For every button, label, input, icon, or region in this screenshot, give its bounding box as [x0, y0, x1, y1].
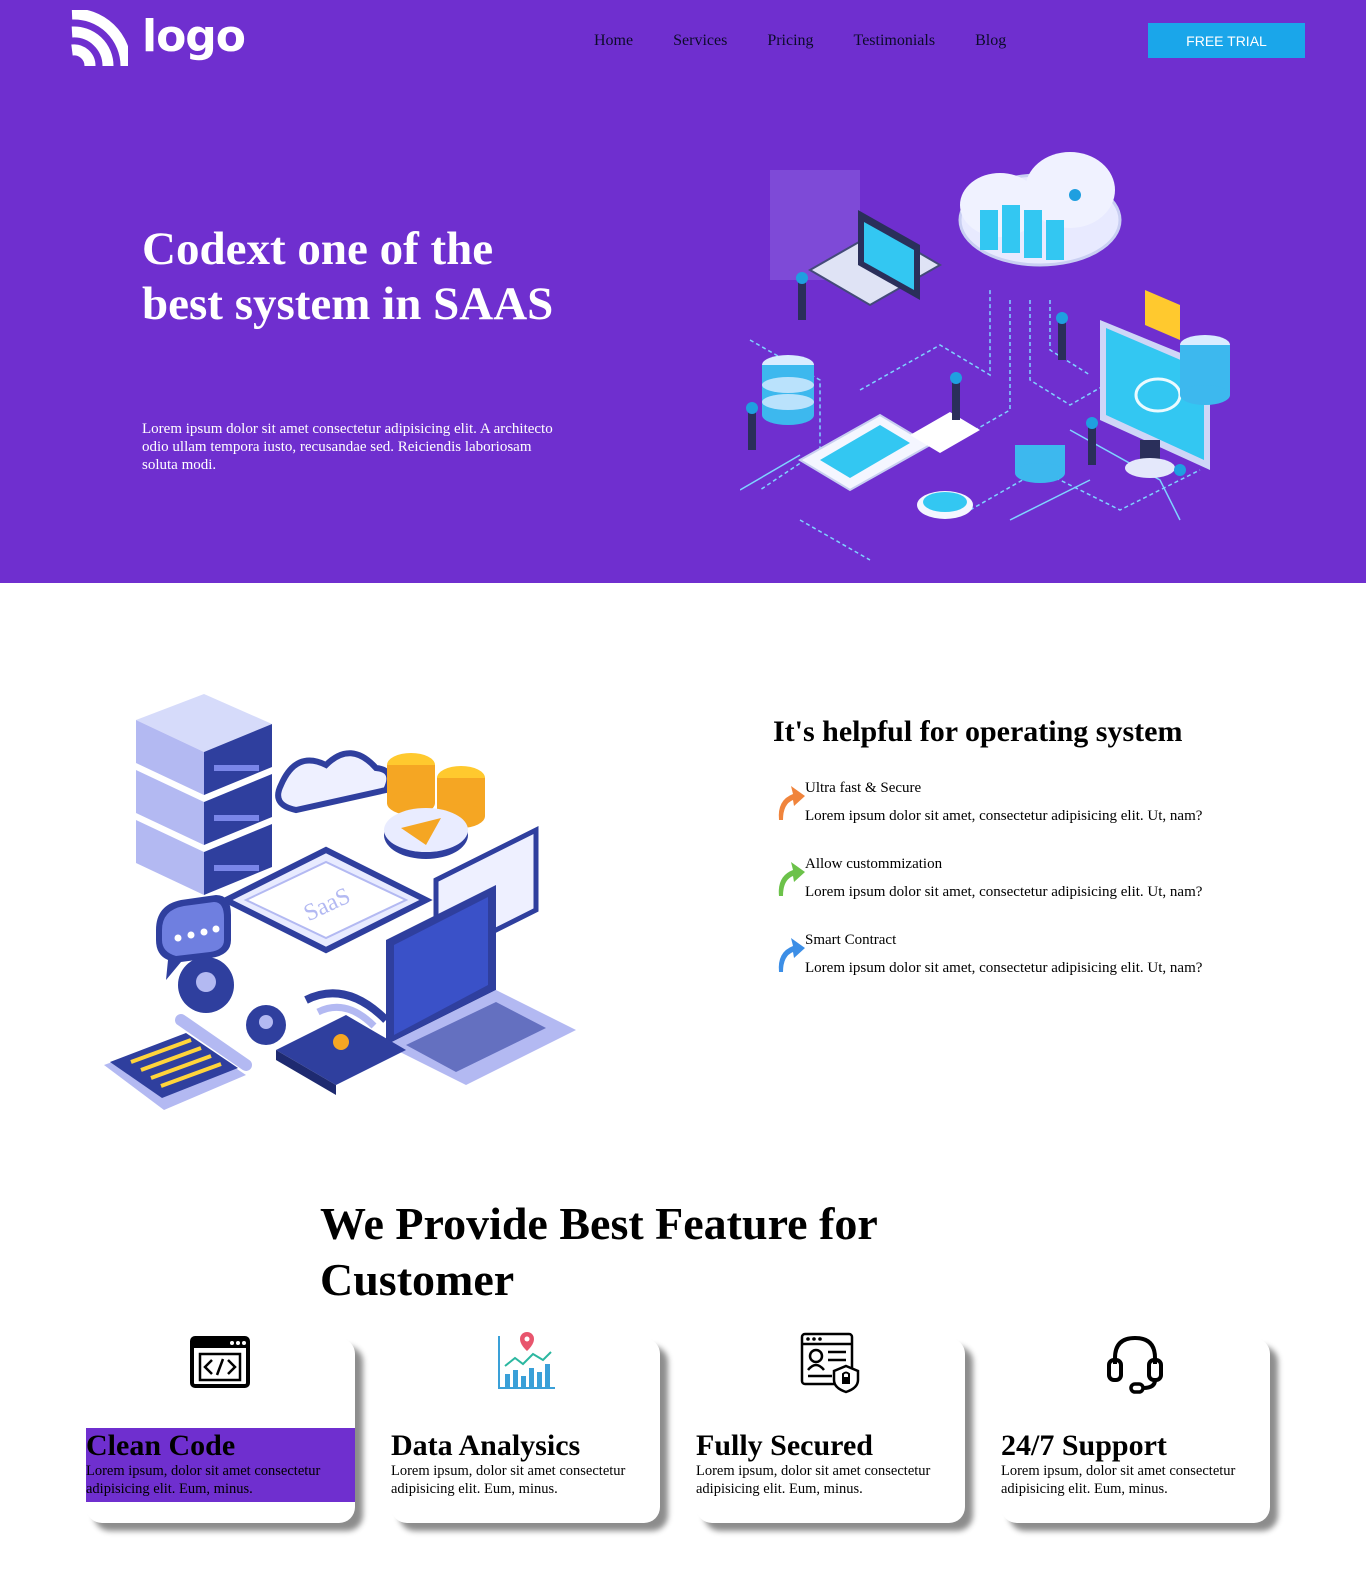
card-title: Clean Code [86, 1429, 236, 1462]
feature-name: Allow custommization [805, 856, 943, 872]
free-trial-button[interactable]: FREE TRIAL [1148, 23, 1305, 58]
cloud-network-illustration [740, 152, 1230, 561]
card-title: Fully Secured [696, 1429, 873, 1462]
list-item: Smart Contract Lorem ipsum dolor sit ame… [775, 932, 1295, 1008]
feature-card-support[interactable]: 24/7 Support Lorem ipsum, dolor sit amet… [1001, 1335, 1270, 1523]
card-description: Lorem ipsum, dolor sit amet consectetur … [1001, 1463, 1236, 1497]
card-title: 24/7 Support [1001, 1429, 1167, 1462]
features-title: We Provide Best Feature for Customer [320, 1198, 877, 1305]
feature-description: Lorem ipsum dolor sit amet, consectetur … [805, 960, 1203, 976]
logo-mark-icon [71, 10, 128, 67]
list-item: Allow custommization Lorem ipsum dolor s… [775, 856, 1295, 932]
helpful-feature-list: Ultra fast & Secure Lorem ipsum dolor si… [775, 780, 1295, 1008]
arrow-orange-icon [778, 786, 805, 820]
arrow-blue-icon [778, 938, 805, 972]
feature-name: Ultra fast & Secure [805, 780, 922, 796]
nav-pricing[interactable]: Pricing [767, 32, 813, 50]
analytics-chart-icon [498, 1332, 555, 1389]
saas-illustration: SaaS [104, 694, 576, 1110]
feature-description: Lorem ipsum dolor sit amet, consectetur … [805, 884, 1203, 900]
arrow-green-icon [778, 862, 805, 896]
feature-card-fully-secured[interactable]: Fully Secured Lorem ipsum, dolor sit ame… [696, 1332, 965, 1523]
card-description: Lorem ipsum, dolor sit amet consectetur … [391, 1463, 626, 1497]
card-description: Lorem ipsum, dolor sit amet consectetur … [696, 1463, 931, 1497]
feature-cards: Clean Code Lorem ipsum, dolor sit amet c… [86, 1332, 1286, 1528]
secure-profile-icon [800, 1332, 860, 1394]
feature-card-data-analysis[interactable]: Data Analysics Lorem ipsum, dolor sit am… [391, 1332, 660, 1523]
nav-testimonials[interactable]: Testimonials [854, 32, 936, 50]
feature-card-clean-code[interactable]: Clean Code Lorem ipsum, dolor sit amet c… [86, 1336, 355, 1523]
headset-icon [1107, 1335, 1163, 1394]
feature-name: Smart Contract [805, 932, 897, 948]
hero-title: Codext one of the best system in SAAS [142, 223, 554, 330]
card-description: Lorem ipsum, dolor sit amet consectetur … [86, 1463, 321, 1497]
nav-home[interactable]: Home [594, 32, 633, 50]
hero-description: Lorem ipsum dolor sit amet consectetur a… [142, 421, 553, 473]
code-window-icon [190, 1336, 250, 1388]
logo[interactable]: logo [70, 10, 246, 68]
feature-description: Lorem ipsum dolor sit amet, consectetur … [805, 808, 1203, 824]
main-nav: Home Services Pricing Testimonials Blog [594, 32, 1046, 50]
nav-services[interactable]: Services [673, 32, 727, 50]
logo-text: logo [142, 11, 246, 62]
list-item: Ultra fast & Secure Lorem ipsum dolor si… [775, 780, 1295, 856]
hero-section: logo Home Services Pricing Testimonials … [0, 0, 1366, 583]
nav-blog[interactable]: Blog [975, 32, 1006, 50]
card-title: Data Analysics [391, 1429, 581, 1462]
helpful-title: It's helpful for operating system [773, 715, 1183, 748]
